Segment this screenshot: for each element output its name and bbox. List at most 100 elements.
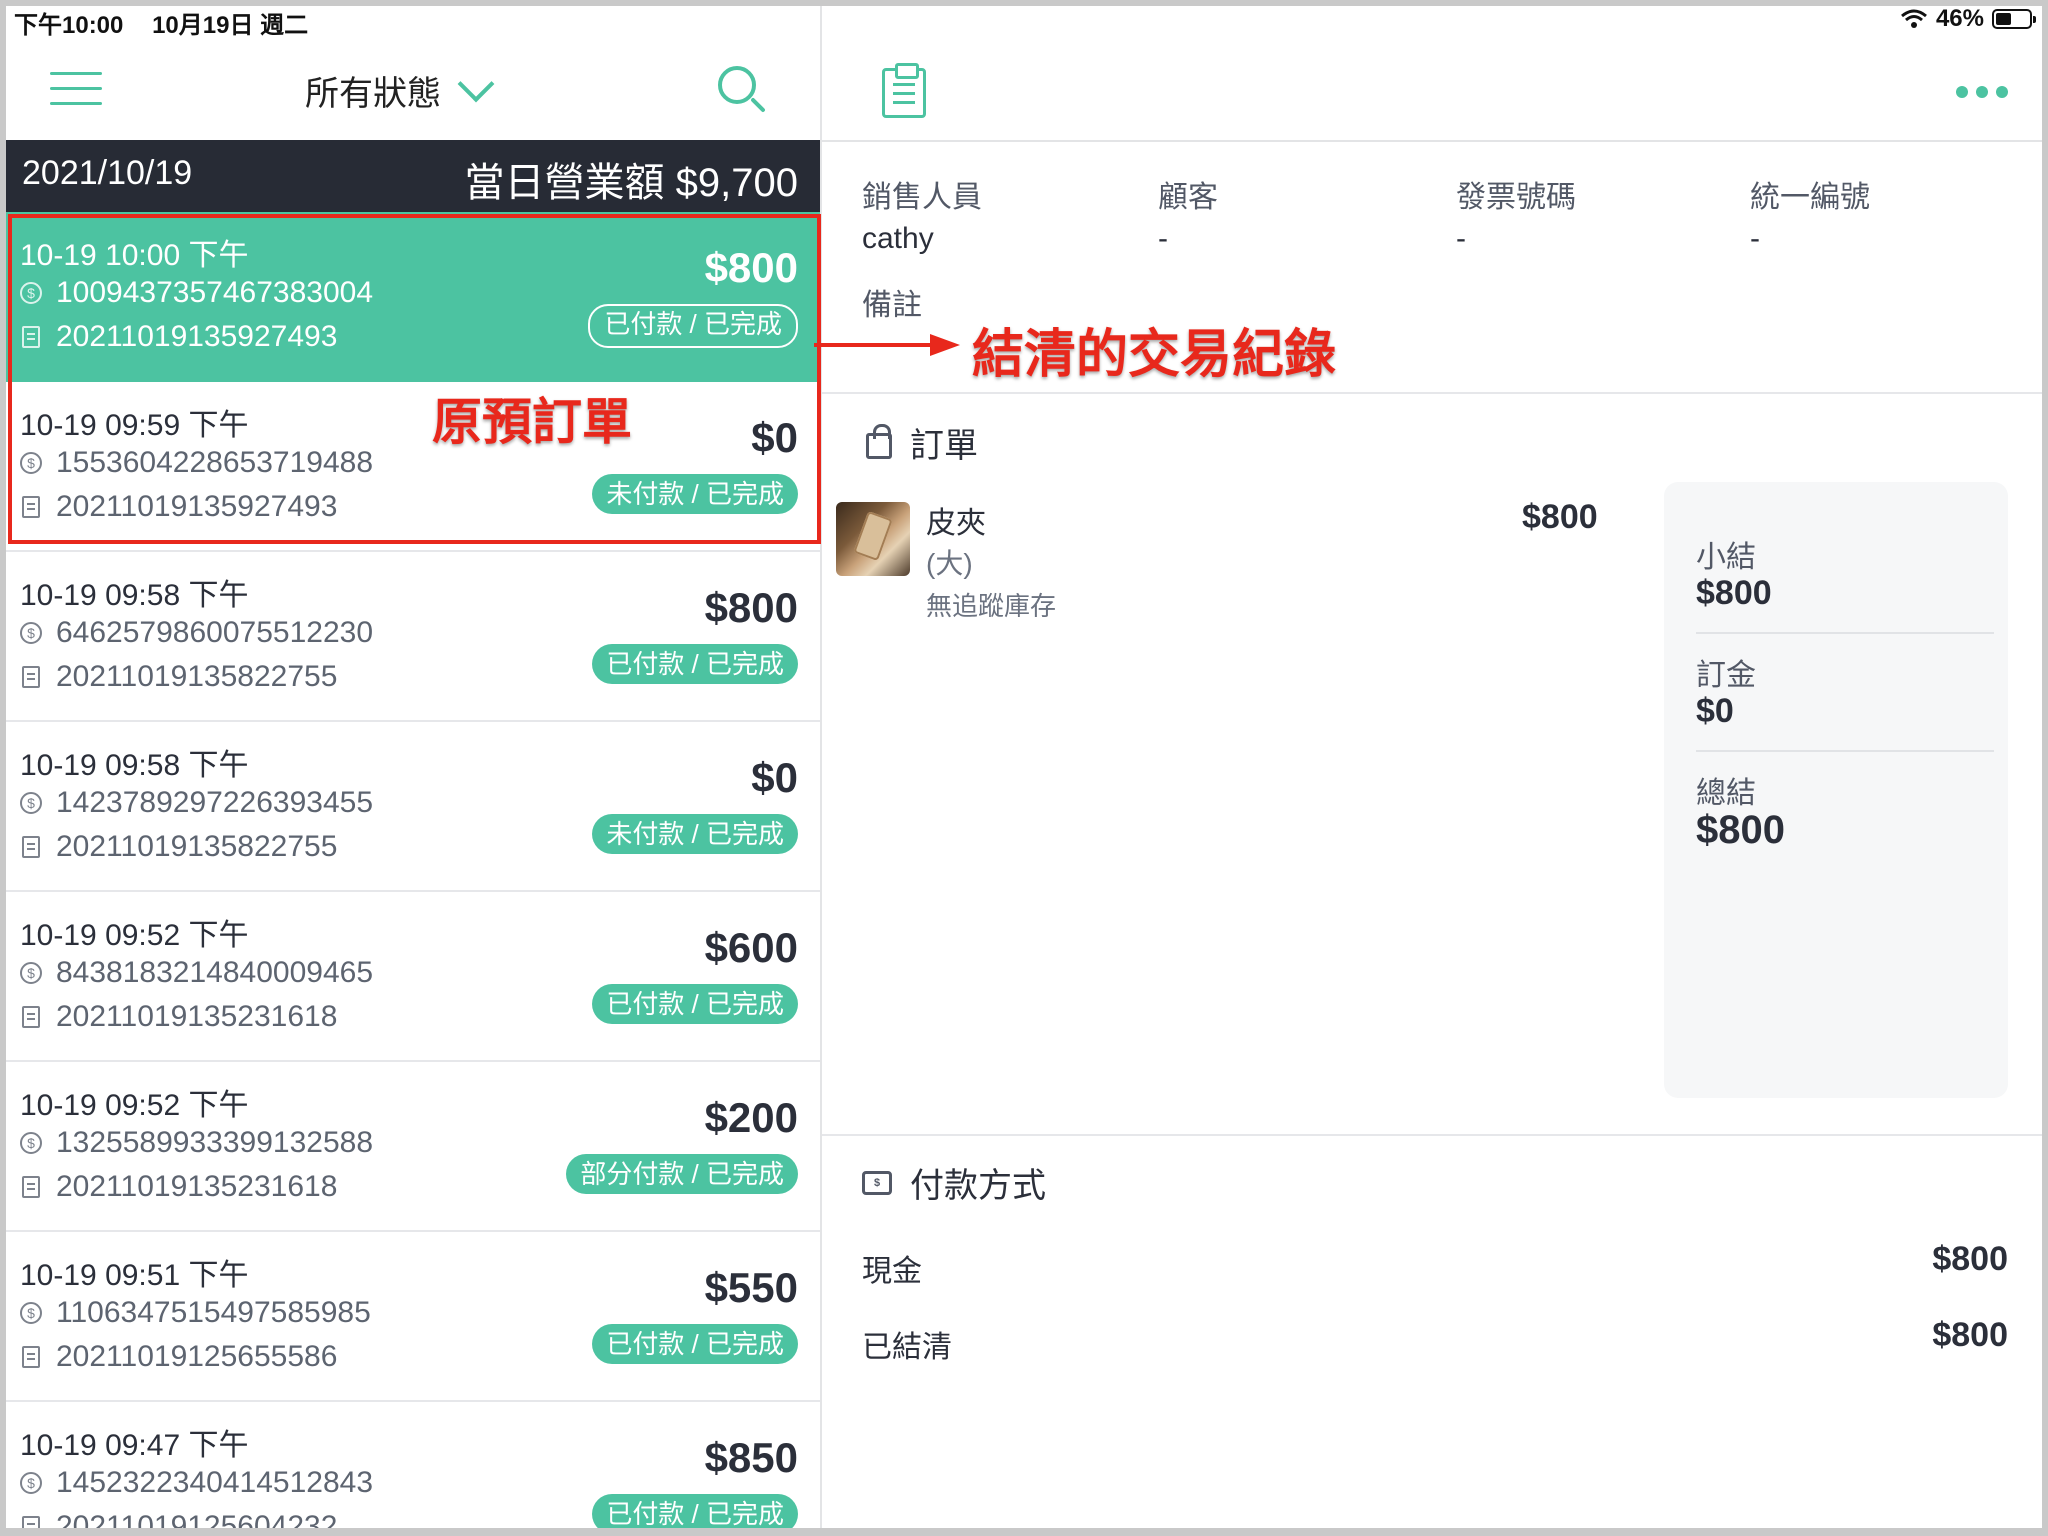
list-header: 所有狀態 <box>0 36 820 140</box>
shopping-bag-icon <box>866 423 892 459</box>
payment-section-title: $ 付款方式 <box>862 1158 1046 1207</box>
item-price: $800 <box>1522 498 1598 536</box>
tax-id-value: - <box>1750 222 1760 255</box>
divider <box>822 1134 2048 1136</box>
receipt-icon <box>22 1176 40 1198</box>
day-total-revenue: 當日營業額 $9,700 <box>464 161 798 205</box>
item-name: 皮夾 <box>926 507 986 540</box>
item-stock-status: 無追蹤庫存 <box>926 591 1057 621</box>
order-number-line: 20211019135822755 <box>20 830 337 864</box>
summary-divider <box>1696 750 1994 752</box>
settled-amount: $800 <box>1932 1316 2008 1354</box>
transaction-number: 6462579860075512230 <box>56 616 374 649</box>
wallet-icon: $ <box>862 1170 892 1195</box>
order-number-line: 20211019125604232 <box>20 1510 337 1536</box>
order-detail-pane: 銷售人員 cathy 顧客 - 發票號碼 - 統一編號 - 備註 訂單 皮夾 (… <box>822 0 2048 1536</box>
order-row[interactable]: 10-19 09:58 下午 $6462579860075512230 202110… <box>0 552 820 722</box>
order-number-line: 20211019125655586 <box>20 1340 337 1374</box>
payment-method-amount: $800 <box>1932 1240 2008 1278</box>
order-number: 20211019125655586 <box>56 1340 338 1373</box>
status-badge: 部分付款 / 已完成 <box>566 1154 798 1194</box>
salesperson-value: cathy <box>862 222 934 255</box>
annotation-settled-record: 結清的交易紀錄 <box>972 326 1337 384</box>
item-thumbnail <box>836 502 910 576</box>
day-date: 2021/10/19 <box>22 154 193 192</box>
chevron-down-icon <box>457 65 495 102</box>
item-variant: (大) <box>926 548 973 579</box>
order-amount: $0 <box>751 754 798 801</box>
order-time: 10-19 09:52 下午 <box>20 919 249 952</box>
customer-label: 顧客 <box>1158 181 1218 214</box>
detail-header <box>822 36 2048 142</box>
transaction-number: 1325589933399132588 <box>56 1126 374 1159</box>
customer-value: - <box>1158 222 1168 255</box>
invoice-number-label: 發票號碼 <box>1456 181 1576 214</box>
transaction-line: $8438183214840009465 <box>20 956 373 990</box>
total-label: 總結 <box>1696 777 1756 810</box>
day-summary-bar: 2021/10/19 當日營業額 $9,700 <box>0 140 820 212</box>
salesperson-label: 銷售人員 <box>862 181 982 214</box>
note-label: 備註 <box>862 289 922 322</box>
summary-divider <box>1696 632 1994 634</box>
status-badge: 已付款 / 已完成 <box>592 984 798 1024</box>
status-badge: 已付款 / 已完成 <box>592 644 798 684</box>
order-section-title: 訂單 <box>866 418 978 467</box>
tax-id-label: 統一編號 <box>1750 181 1870 214</box>
order-time: 10-19 09:58 下午 <box>20 579 249 612</box>
order-section-label: 訂單 <box>910 427 978 465</box>
receipt-icon <box>22 1516 40 1536</box>
transaction-number: 1452322340414512843 <box>56 1466 374 1499</box>
order-row[interactable]: 10-19 09:51 下午 $1106347515497585985 202110… <box>0 1232 820 1402</box>
order-number-line: 20211019135822755 <box>20 660 337 694</box>
order-amount: $850 <box>704 1434 798 1481</box>
more-options-icon[interactable] <box>1956 86 2008 98</box>
order-row[interactable]: 10-19 09:52 下午 $8438183214840009465 202110… <box>0 892 820 1062</box>
order-amount: $600 <box>704 924 798 971</box>
coin-icon: $ <box>20 962 42 984</box>
status-badge: 已付款 / 已完成 <box>592 1494 798 1534</box>
status-badge: 未付款 / 已完成 <box>592 814 798 854</box>
clipboard-icon[interactable] <box>882 63 926 118</box>
order-time: 10-19 09:51 下午 <box>20 1259 249 1292</box>
order-row[interactable]: 10-19 09:58 下午 $1423789297226393455 202110… <box>0 722 820 892</box>
total-value: $800 <box>1696 808 1785 852</box>
subtotal-value: $800 <box>1696 574 1772 612</box>
hamburger-menu-icon[interactable] <box>50 72 102 106</box>
coin-icon: $ <box>20 622 42 644</box>
annotation-highlight-box <box>8 214 821 544</box>
annotation-arrow-icon <box>814 334 960 356</box>
annotation-original-order: 原預訂單 <box>432 394 632 450</box>
transaction-line: $1452322340414512843 <box>20 1466 373 1500</box>
invoice-number-value: - <box>1456 222 1466 255</box>
order-number: 20211019135822755 <box>56 660 338 693</box>
transaction-line: $1325589933399132588 <box>20 1126 373 1160</box>
receipt-icon <box>22 1006 40 1028</box>
coin-icon: $ <box>20 1132 42 1154</box>
transaction-number: 8438183214840009465 <box>56 956 374 989</box>
deposit-value: $0 <box>1696 692 1734 730</box>
summary-card: 小結 $800 訂金 $0 總結 $800 <box>1664 482 2008 1098</box>
order-amount: $200 <box>704 1094 798 1141</box>
order-row[interactable]: 10-19 09:47 下午 $1452322340414512843 202110… <box>0 1402 820 1536</box>
coin-icon: $ <box>20 792 42 814</box>
subtotal-label: 小結 <box>1696 541 1756 574</box>
order-time: 10-19 09:52 下午 <box>20 1089 249 1122</box>
payment-method-label: 現金 <box>862 1255 922 1288</box>
receipt-icon <box>22 836 40 858</box>
receipt-icon <box>22 666 40 688</box>
status-filter-label: 所有狀態 <box>305 75 441 113</box>
order-number: 20211019125604232 <box>56 1510 338 1536</box>
transaction-line: $1106347515497585985 <box>20 1296 371 1330</box>
divider <box>822 392 2048 394</box>
coin-icon: $ <box>20 1472 42 1494</box>
deposit-label: 訂金 <box>1696 659 1756 692</box>
transaction-line: $6462579860075512230 <box>20 616 373 650</box>
transaction-number: 1423789297226393455 <box>56 786 374 819</box>
order-row[interactable]: 10-19 09:52 下午 $1325589933399132588 202110… <box>0 1062 820 1232</box>
order-number: 20211019135231618 <box>56 1170 338 1203</box>
coin-icon: $ <box>20 1302 42 1324</box>
order-amount: $800 <box>704 584 798 631</box>
status-filter-dropdown[interactable]: 所有狀態 <box>305 65 495 115</box>
search-icon[interactable] <box>718 66 756 104</box>
order-time: 10-19 09:47 下午 <box>20 1429 249 1462</box>
